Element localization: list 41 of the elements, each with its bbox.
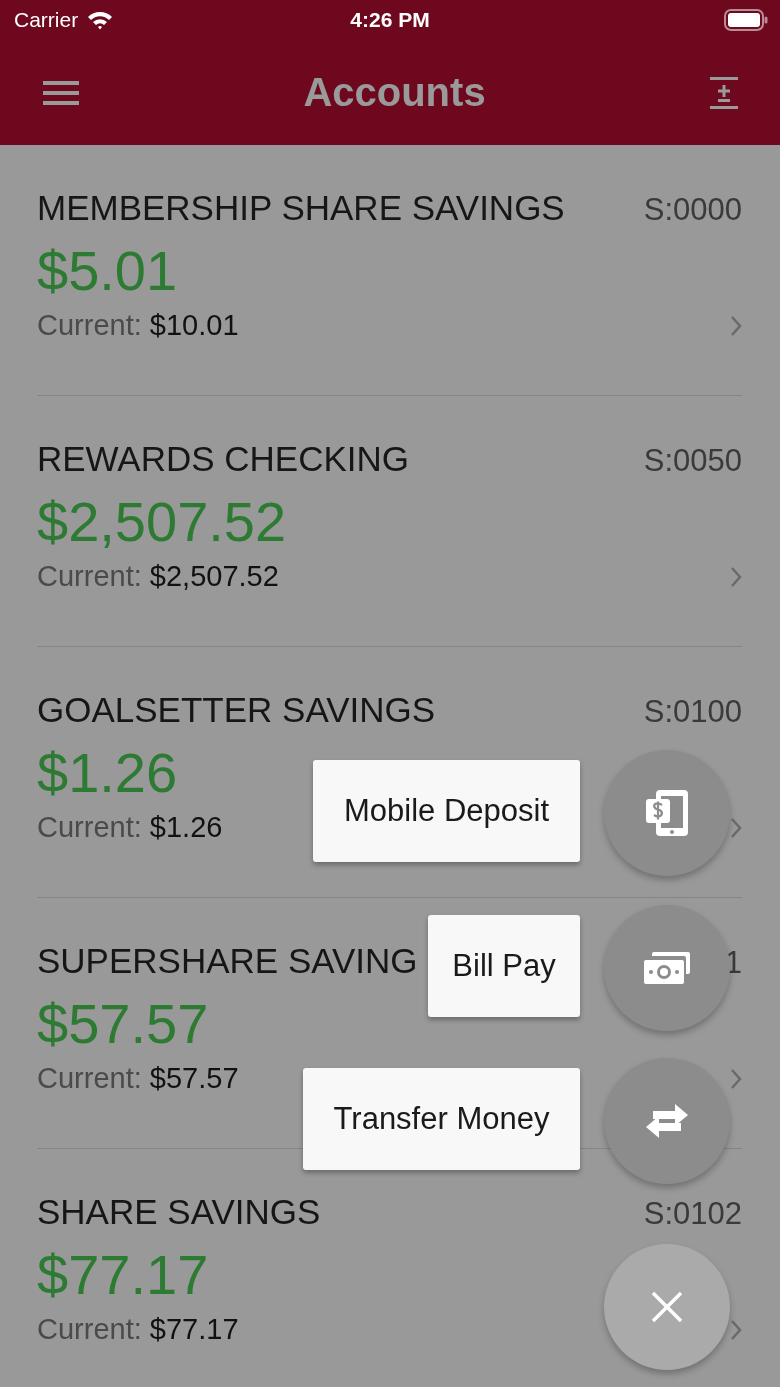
close-icon <box>651 1291 683 1323</box>
menu-button[interactable] <box>43 79 79 106</box>
swap-arrows-icon <box>645 1103 689 1139</box>
current-balance: Current: $1.26 <box>37 811 223 844</box>
current-balance: Current: $2,507.52 <box>37 560 279 593</box>
chevron-icon <box>730 314 742 337</box>
available-balance: $77.17 <box>37 1242 209 1307</box>
action-label[interactable]: Mobile Deposit <box>313 760 580 862</box>
expand-button[interactable] <box>710 76 738 109</box>
carrier-name: Carrier <box>14 8 79 32</box>
account-name: SUPERSHARE SAVING <box>37 941 418 981</box>
available-balance: $2,507.52 <box>37 489 287 554</box>
account-name: SHARE SAVINGS <box>37 1192 321 1232</box>
current-balance: Current: $10.01 <box>37 309 239 342</box>
available-balance: $1.26 <box>37 740 178 805</box>
phone-dollar-icon <box>646 790 688 836</box>
plus-minus-icon <box>710 76 738 109</box>
action-label[interactable]: Bill Pay <box>428 915 580 1017</box>
account-number: S:0000 <box>643 192 742 228</box>
account-name: MEMBERSHIP SHARE SAVINGS <box>37 188 565 228</box>
battery-icon <box>724 9 768 31</box>
account-number: 1 <box>724 945 742 981</box>
wifi-icon <box>86 10 115 30</box>
cash-icon <box>644 952 690 984</box>
chevron-icon <box>730 565 742 588</box>
available-balance: $57.57 <box>37 991 209 1056</box>
current-balance: Current: $57.57 <box>37 1062 239 1095</box>
available-balance: $5.01 <box>37 238 178 303</box>
current-balance: Current: $77.17 <box>37 1313 239 1346</box>
status-time: 4:26 PM <box>350 8 430 32</box>
menu-icon <box>43 79 79 106</box>
chevron-icon <box>730 816 742 839</box>
chevron-icon <box>730 1318 742 1341</box>
account-name: REWARDS CHECKING <box>37 439 410 479</box>
chevron-icon <box>730 1067 742 1090</box>
action-label[interactable]: Transfer Money <box>303 1068 580 1170</box>
account-number: S:0102 <box>643 1196 742 1232</box>
account-name: GOALSETTER SAVINGS <box>37 690 436 730</box>
account-number: S:0050 <box>643 443 742 479</box>
account-number: S:0100 <box>643 694 742 730</box>
screen-title: Accounts <box>303 70 486 115</box>
